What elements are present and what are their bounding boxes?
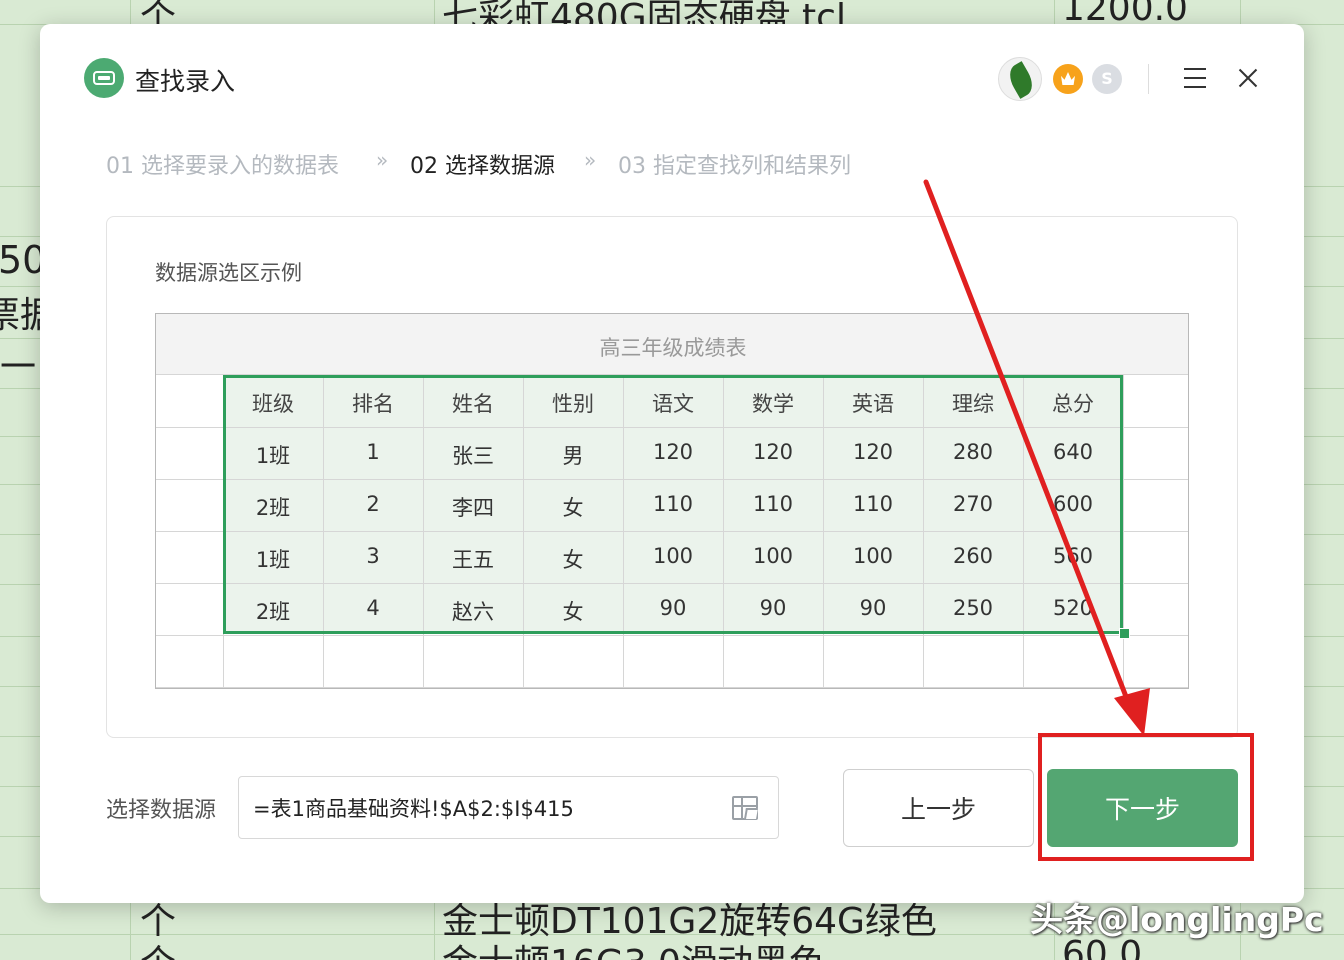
bg-cell-text: 金士顿16G3.0滑动黑色: [442, 934, 825, 960]
close-icon[interactable]: [1234, 64, 1262, 92]
step-separator: »: [584, 148, 597, 172]
find-entry-dialog: 查找录入 S 01 选择要录入的数据表 » 02 选择数据源 » 03 指定查找…: [40, 24, 1304, 903]
vip-crown-icon[interactable]: [1053, 64, 1083, 94]
coin-icon[interactable]: S: [1092, 64, 1122, 94]
sheet-gridline: [156, 635, 1188, 636]
watermark: 头条@longlingPc: [1030, 900, 1324, 939]
dialog-title: 查找录入: [135, 67, 236, 96]
header-divider: [1148, 64, 1149, 94]
step-1: 01 选择要录入的数据表: [106, 154, 339, 179]
menu-icon[interactable]: [1184, 68, 1206, 88]
sheet-title: 高三年级成绩表: [599, 336, 747, 360]
source-input-wrapper: [238, 776, 779, 839]
step-2: 02 选择数据源: [410, 154, 555, 179]
bg-cell-text: ì一: [0, 347, 37, 388]
selection-box: [223, 375, 1123, 634]
step-3: 03 指定查找列和结果列: [618, 154, 851, 179]
bg-cell-text: 个: [140, 934, 176, 960]
sheet-gridline: [1123, 375, 1124, 688]
sheet-gridline: [156, 687, 1188, 688]
sheet-title-row: 高三年级成绩表: [156, 314, 1188, 375]
example-title: 数据源选区示例: [155, 261, 302, 285]
next-button-highlight: [1038, 733, 1254, 861]
source-label: 选择数据源: [106, 798, 217, 823]
example-panel: 数据源选区示例 高三年级成绩表 班级 排名 姓名 性别 语文 数学 英语 理综 总分 1班 1 张三男…: [106, 216, 1238, 738]
range-select-icon[interactable]: [732, 796, 758, 820]
example-sheet: 高三年级成绩表 班级 排名 姓名 性别 语文 数学 英语 理综 总分 1班 1 张三男 120 120 12…: [155, 313, 1189, 689]
user-avatar[interactable]: [998, 57, 1042, 101]
app-logo-icon: [84, 58, 124, 98]
selection-fill-handle: [1119, 628, 1130, 639]
step-separator: »: [376, 148, 389, 172]
leaf-icon: [1004, 61, 1038, 99]
prev-step-button[interactable]: 上一步: [843, 769, 1034, 847]
source-input[interactable]: [253, 777, 723, 838]
